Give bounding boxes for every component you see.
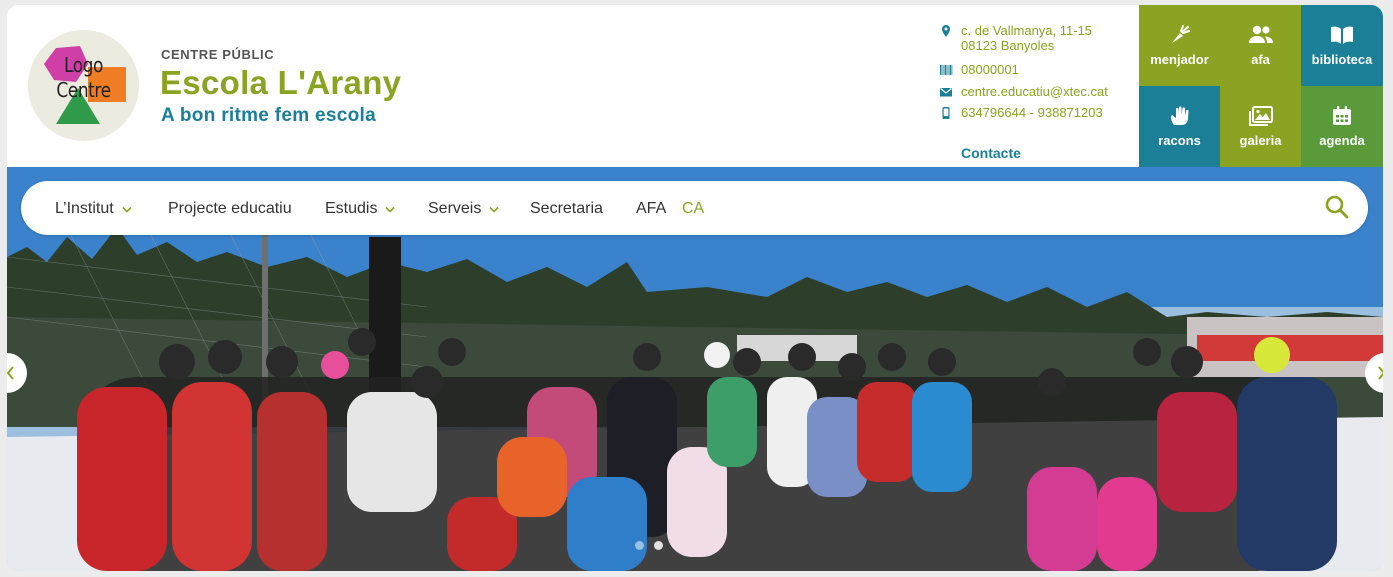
barcode-icon <box>940 65 953 75</box>
images-icon <box>1248 106 1273 126</box>
phone-row[interactable]: 634796644 - 938871203 <box>939 105 1103 120</box>
tile-label: galeria <box>1239 133 1282 148</box>
code-row: 08000001 <box>939 62 1019 77</box>
map-pin-icon <box>942 25 950 37</box>
nav-item-label: Estudis <box>325 200 378 217</box>
language-selector[interactable]: CA <box>682 200 704 218</box>
chevron-down-icon <box>385 206 396 213</box>
school-logo[interactable]: Logo Centre <box>28 30 139 141</box>
tile-agenda[interactable]: agenda <box>1301 86 1383 167</box>
tile-menjador[interactable]: menjador <box>1139 5 1220 86</box>
carousel-dot-2[interactable] <box>654 541 663 550</box>
carousel-dots <box>635 541 663 550</box>
carousel-dot-1[interactable] <box>635 541 644 550</box>
nav-item-label: Projecte educatiu <box>168 200 292 217</box>
envelope-icon <box>940 88 952 97</box>
nav-item-afa[interactable]: AFA <box>636 200 666 218</box>
nav-item-label: L’Institut <box>55 200 114 217</box>
tile-label: menjador <box>1150 52 1209 67</box>
book-icon <box>1331 26 1353 44</box>
main-nav: L’Institut Projecte educatiu Estudis Ser… <box>21 181 1368 235</box>
tile-label: agenda <box>1319 133 1365 148</box>
nav-item-label: AFA <box>636 200 667 217</box>
tile-biblioteca[interactable]: biblioteca <box>1301 5 1383 86</box>
logo-text: Logo Centre <box>56 53 111 102</box>
hand-icon <box>1170 106 1188 125</box>
users-icon <box>1248 25 1273 43</box>
nav-item-label: Serveis <box>428 200 482 217</box>
nav-item-serveis[interactable]: Serveis <box>428 200 499 218</box>
nav-item-secretaria[interactable]: Secretaria <box>530 200 603 218</box>
address-row: c. de Vallmanya, 11-15 08123 Banyoles <box>939 23 1092 53</box>
nav-item-projecte-educatiu[interactable]: Projecte educatiu <box>168 200 292 218</box>
chevron-left-icon <box>7 366 14 380</box>
chevron-right-icon <box>1378 366 1383 380</box>
school-name[interactable]: Escola L'Arany <box>160 64 401 102</box>
email-row[interactable]: centre.educatiu@xtec.cat <box>939 84 1108 99</box>
tile-racons[interactable]: racons <box>1139 86 1220 167</box>
carousel-prev-button[interactable] <box>7 353 27 393</box>
search-icon[interactable] <box>1324 194 1350 220</box>
page-frame: Logo Centre CENTRE PÚBLIC Escola L'Arany… <box>7 5 1383 571</box>
phone-numbers[interactable]: 634796644 - 938871203 <box>961 105 1103 120</box>
tile-afa[interactable]: afa <box>1220 5 1301 86</box>
nav-item-label: Secretaria <box>530 200 603 217</box>
hero-carousel: L’Institut Projecte educatiu Estudis Ser… <box>7 167 1383 571</box>
site-header: Logo Centre CENTRE PÚBLIC Escola L'Arany… <box>7 5 1383 167</box>
mobile-phone-icon <box>942 107 950 119</box>
nav-item-estudis[interactable]: Estudis <box>325 200 396 218</box>
centre-type-label: CENTRE PÚBLIC <box>161 47 275 62</box>
chevron-down-icon <box>122 206 132 213</box>
quick-links-grid: menjador afa biblioteca racons galeria a… <box>1139 5 1383 167</box>
tile-label: afa <box>1251 52 1270 67</box>
email-link[interactable]: centre.educatiu@xtec.cat <box>961 84 1108 99</box>
carrot-icon <box>1171 25 1190 43</box>
chevron-down-icon <box>489 206 499 213</box>
address-text: c. de Vallmanya, 11-15 08123 Banyoles <box>961 23 1093 53</box>
tile-label: racons <box>1158 133 1201 148</box>
calendar-icon <box>1333 106 1351 125</box>
tile-galeria[interactable]: galeria <box>1220 86 1301 167</box>
contact-link[interactable]: Contacte <box>961 145 1021 161</box>
carousel-next-button[interactable] <box>1365 353 1383 393</box>
centre-code: 08000001 <box>961 62 1019 77</box>
nav-item-institut[interactable]: L’Institut <box>55 200 132 218</box>
tile-label: biblioteca <box>1311 52 1373 67</box>
school-slogan: A bon ritme fem escola <box>161 105 376 126</box>
